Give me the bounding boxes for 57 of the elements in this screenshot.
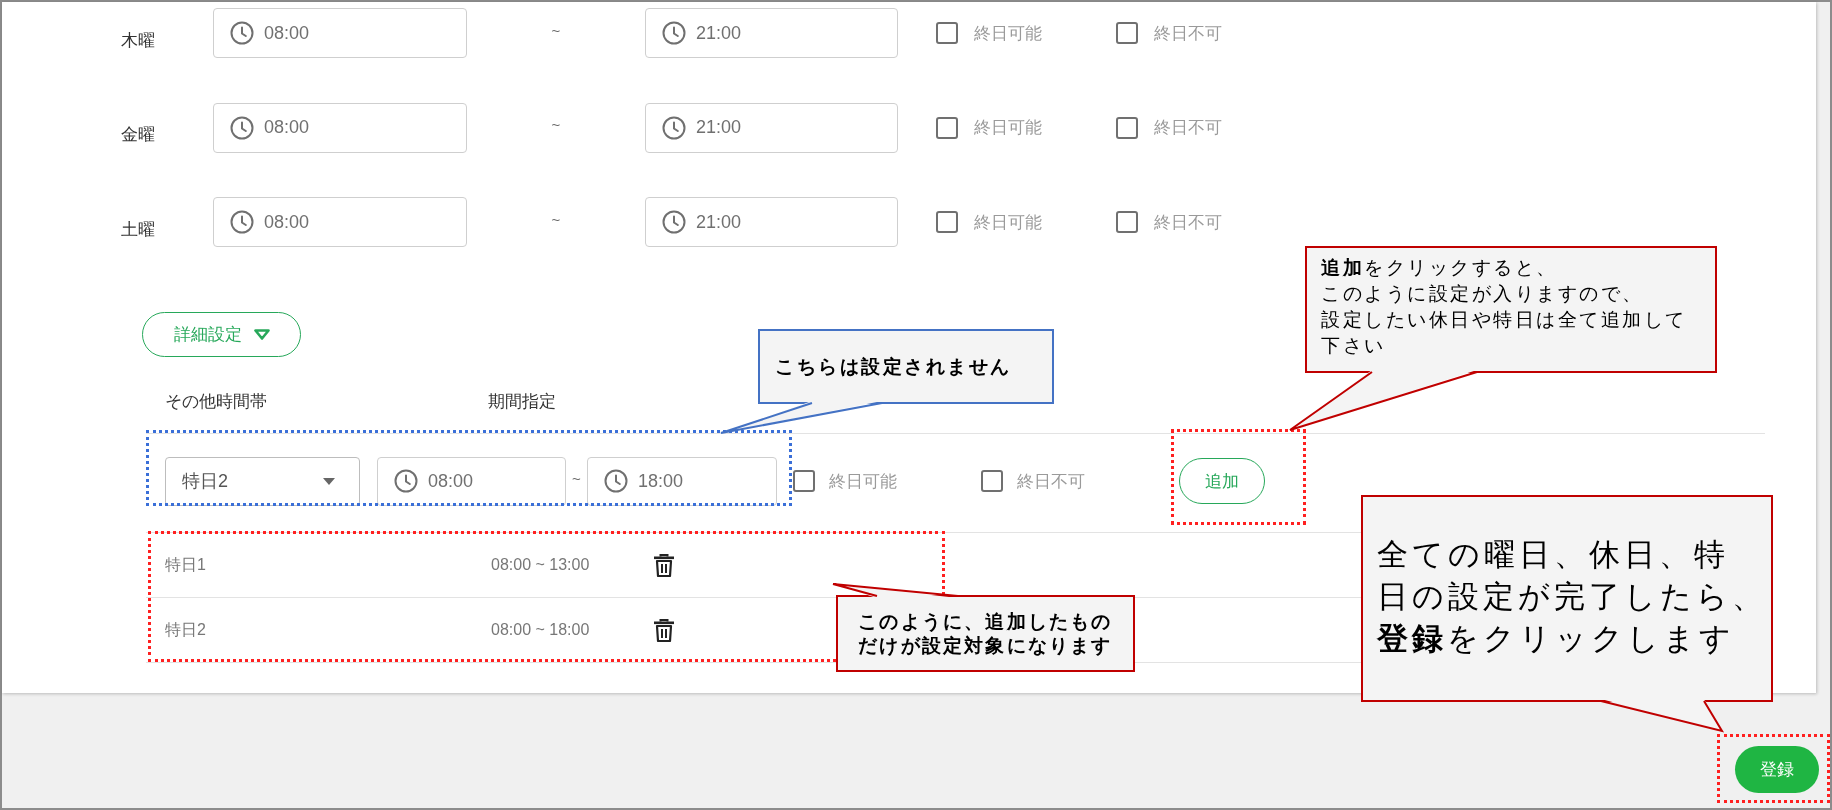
time-input[interactable]: 08:00 [213, 102, 467, 153]
time-input[interactable]: 08:00 [213, 197, 467, 247]
checkbox[interactable] [793, 470, 815, 492]
checkbox-label: 終日可能 [974, 117, 1042, 139]
range-separator: ~ [551, 21, 561, 39]
day-label: 土曜 [121, 219, 155, 239]
clock-icon [662, 115, 686, 140]
checkbox[interactable] [936, 22, 958, 44]
trash-icon[interactable] [654, 618, 674, 642]
caret-down-icon [253, 329, 270, 340]
checkbox-label: 終日可能 [829, 470, 897, 493]
day-label: 木曜 [121, 30, 155, 50]
time-input[interactable]: 08:00 [377, 456, 566, 506]
callout-text: こちらは設定されません [775, 354, 1012, 379]
column-header: その他時間帯 [165, 391, 267, 411]
clock-icon [394, 469, 418, 493]
clock-icon [230, 21, 254, 45]
checkbox[interactable] [1116, 22, 1138, 44]
clock-icon [662, 21, 686, 45]
time-input[interactable]: 21:00 [645, 197, 898, 247]
time-input[interactable]: 08:00 [213, 8, 467, 58]
caret-down-icon [323, 477, 335, 485]
add-button[interactable]: 追加 [1179, 458, 1265, 504]
range-separator: ~ [572, 469, 581, 487]
checkbox[interactable] [1116, 211, 1138, 233]
day-label: 金曜 [121, 125, 155, 144]
day-type-text: 特日2 [165, 620, 206, 638]
checkbox-label: 終日不可 [1017, 470, 1085, 493]
callout-text: 全ての曜日、休日、特 日の設定が完了したら、 登録をクリックします [1377, 536, 1767, 658]
time-range-text: 08:00 ~ 13:00 [491, 556, 590, 573]
dropdown[interactable]: 特日2 [165, 456, 360, 506]
checkbox-label: 終日可能 [974, 211, 1042, 234]
checkbox-label: 終日不可 [1154, 22, 1222, 45]
callout-text: 追加をクリックすると、 このように設定が入りますので、 設定したい休日や特日は全て追加して 下さい [1321, 256, 1687, 358]
checkbox[interactable] [981, 470, 1003, 492]
register-button[interactable]: 登録 [1735, 746, 1819, 793]
checkbox[interactable] [936, 211, 958, 233]
checkbox[interactable] [936, 116, 958, 139]
clock-icon [230, 210, 254, 234]
trash-icon[interactable] [654, 553, 674, 577]
checkbox[interactable] [1116, 116, 1138, 139]
clock-icon [230, 115, 254, 140]
checkbox-label: 終日不可 [1154, 211, 1222, 234]
clock-icon [662, 210, 686, 234]
range-separator: ~ [551, 116, 561, 133]
time-range-text: 08:00 ~ 18:00 [491, 621, 590, 638]
time-input[interactable]: 18:00 [587, 456, 777, 506]
callout-text: このように、追加したもの だけが設定対象になります [858, 609, 1113, 658]
details-toggle-button[interactable]: 詳細設定 [142, 312, 301, 357]
clock-icon [604, 469, 628, 493]
time-input[interactable]: 21:00 [645, 8, 898, 58]
checkbox-label: 終日可能 [974, 22, 1042, 45]
time-input[interactable]: 21:00 [645, 102, 898, 153]
checkbox-label: 終日不可 [1154, 117, 1222, 139]
column-header: 期間指定 [488, 391, 556, 411]
range-separator: ~ [551, 210, 561, 228]
day-type-text: 特日1 [165, 555, 206, 573]
